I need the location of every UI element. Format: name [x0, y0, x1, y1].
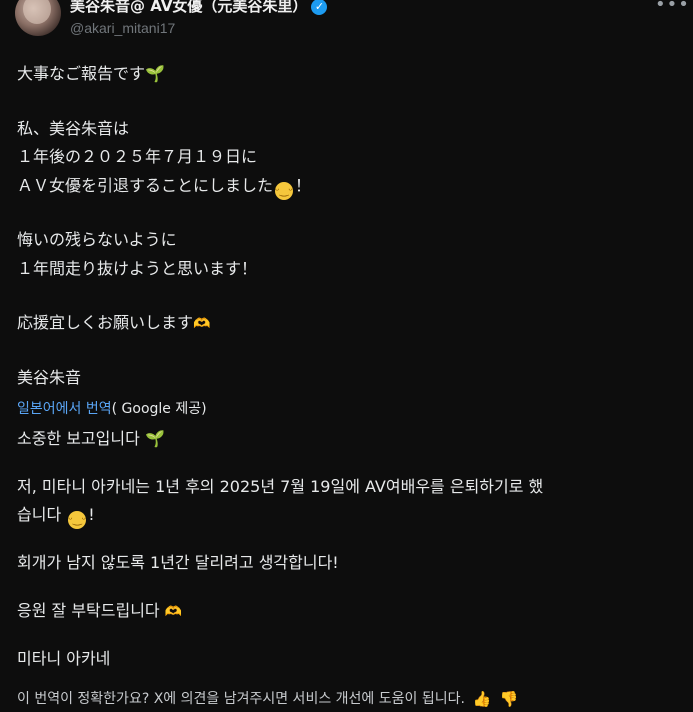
feedback-question: 이 번역이 정확한가요? X에 의견을 남겨주시면 서비스 개선에 도움이 됩니…: [17, 691, 465, 707]
tweet-text: ＡＶ女優を引退することにしました: [17, 175, 274, 195]
tweet-line: １年後の２０２５年７月１９日に: [17, 147, 258, 166]
tweet-text: ！: [295, 175, 312, 195]
translated-text: !: [88, 505, 95, 524]
tweet-line: ＡＶ女優を引退することにしました ᵕ‿ᵕ！: [17, 172, 682, 201]
translated-text: 습니다: [17, 505, 62, 524]
display-name-row[interactable]: 美谷朱音@ AV女優（元美谷朱里） ✓: [70, 0, 328, 16]
translated-text: 응원 잘 부탁드립니다: [17, 601, 160, 620]
relieved-face-emoji-icon: ᵕ‿ᵕ: [275, 181, 294, 200]
translation-feedback: 이 번역이 정확한가요? X에 의견을 남겨주시면 서비스 개선에 도움이 됩니…: [17, 688, 518, 708]
translated-from-link[interactable]: 일본어에서 번역: [17, 401, 112, 417]
more-dots-icon[interactable]: •••: [655, 0, 690, 15]
translated-text: 소중한 보고입니다: [17, 429, 140, 448]
heart-hands-emoji-icon: 🫶: [193, 316, 211, 332]
tweet-line: １年間走り抜けようと思います！: [17, 258, 258, 278]
heart-hands-emoji-icon: 🫶: [164, 604, 183, 620]
translation-provider: ( Google 제공): [111, 401, 207, 417]
tweet-line: 悔いの残らないように: [17, 230, 177, 249]
tweet-text: 大事なご報告です: [17, 64, 146, 83]
user-handle[interactable]: @akari_mitani17: [70, 20, 175, 36]
tweet-signature: 美谷朱音: [17, 367, 82, 387]
sprout-emoji-icon: 🌱: [144, 429, 165, 448]
thumbs-up-icon[interactable]: 👍: [473, 690, 492, 708]
translated-line: 응원 잘 부탁드립니다 🫶: [17, 597, 682, 625]
translation-label: 일본어에서 번역( Google 제공): [17, 398, 207, 418]
tweet-line: 大事なご報告です🌱: [17, 60, 682, 89]
avatar[interactable]: [15, 0, 61, 36]
verified-badge-icon: ✓: [311, 0, 328, 15]
translated-line: 소중한 보고입니다 🌱: [17, 425, 682, 453]
tweet-text: 応援宜しくお願いします: [17, 313, 194, 332]
relieved-face-emoji-icon: ᵕ‿ᵕ: [68, 511, 87, 529]
sprout-emoji-icon: 🌱: [145, 64, 165, 83]
thumbs-down-icon[interactable]: 👎: [500, 690, 519, 708]
translated-body: 소중한 보고입니다 🌱 저, 미타니 아카네는 1년 후의 2025년 7월 1…: [17, 425, 682, 673]
translated-line: 습니다 ᵕ‿ᵕ!: [17, 501, 682, 529]
tweet-line: 応援宜しくお願いします🫶: [17, 309, 682, 338]
tweet-body: 大事なご報告です🌱 私、美谷朱音は １年後の２０２５年７月１９日に ＡＶ女優を引…: [17, 60, 682, 392]
translated-line: 회개가 남지 않도록 1년간 달리려고 생각합니다!: [17, 553, 339, 572]
tweet-header: 美谷朱音@ AV女優（元美谷朱里） ✓ @akari_mitani17 •••: [0, 0, 693, 48]
translated-signature: 미타니 아카네: [17, 649, 111, 668]
translated-line: 저, 미타니 아카네는 1년 후의 2025년 7월 19일에 AV여배우를 은…: [17, 477, 544, 496]
display-name[interactable]: 美谷朱音@ AV女優（元美谷朱里）: [70, 0, 307, 15]
tweet-line: 私、美谷朱音は: [17, 118, 130, 138]
